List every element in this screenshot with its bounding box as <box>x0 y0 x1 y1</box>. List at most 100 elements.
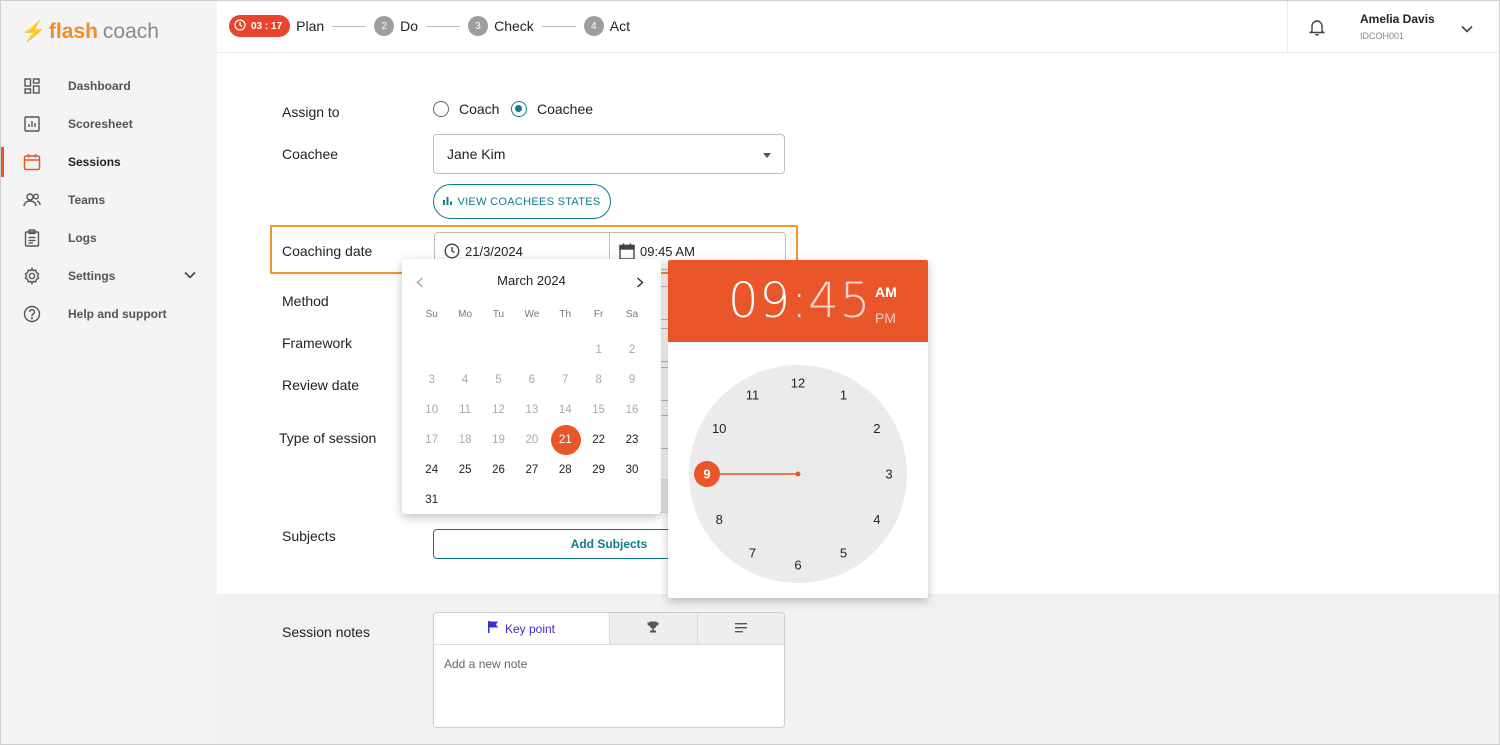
calendar-day[interactable]: 28 <box>549 455 582 485</box>
sidebar-item-help[interactable]: Help and support <box>1 295 217 333</box>
clock-number-7[interactable]: 7 <box>749 545 756 560</box>
step-act-label[interactable]: Act <box>610 18 630 34</box>
radio-circle[interactable] <box>511 101 527 117</box>
calendar-day[interactable]: 31 <box>415 485 448 515</box>
user-menu[interactable]: Amelia Davis IDCOH001 <box>1360 12 1435 41</box>
calendar-day[interactable]: 23 <box>615 425 648 455</box>
sidebar-item-label: Settings <box>68 269 116 283</box>
clock-dial[interactable]: 121234567891011 <box>689 365 907 583</box>
tab-text-notes[interactable] <box>696 613 784 644</box>
weekday-label: Th <box>559 309 572 320</box>
clock-number-4[interactable]: 4 <box>873 512 880 527</box>
calendar-grid: Su Mo Tu We Th Fr Sa 1 2 3 4 5 6 7 8 9 10 11 12 13 14 15 16 17 1… <box>415 307 649 515</box>
time-picker-header: 09:45 AM PM <box>668 260 928 342</box>
sidebar-item-teams[interactable]: Teams <box>1 181 217 219</box>
calendar-day: 20 <box>525 434 539 446</box>
clock-number-9[interactable]: 9 <box>703 467 710 482</box>
dropdown-caret-icon <box>763 153 771 158</box>
app-window: ⚡ flash coach Dashboard Scoresheet Sessi… <box>0 0 1500 745</box>
clock-number-1[interactable]: 1 <box>840 388 847 403</box>
calendar-day: 8 <box>595 374 602 386</box>
calendar-day[interactable]: 29 <box>582 455 615 485</box>
clock-number-3[interactable]: 3 <box>885 467 892 482</box>
method-label: Method <box>282 293 329 309</box>
sidebar-item-sessions[interactable]: Sessions <box>1 143 217 181</box>
chart-icon <box>23 115 41 133</box>
notes-textarea[interactable] <box>434 645 784 727</box>
step-check-label[interactable]: Check <box>494 18 534 34</box>
calendar-day[interactable]: 25 <box>448 455 481 485</box>
sidebar-item-label: Dashboard <box>68 79 131 93</box>
am-option[interactable]: AM <box>875 279 897 305</box>
app-logo[interactable]: ⚡ flash coach <box>21 19 159 44</box>
calendar-day[interactable]: 27 <box>515 455 548 485</box>
tab-key-point[interactable]: Key point <box>434 613 609 644</box>
clock-number-10[interactable]: 10 <box>712 421 726 436</box>
clock-number-12[interactable]: 12 <box>791 376 805 391</box>
sidebar-item-dashboard[interactable]: Dashboard <box>1 67 217 105</box>
chevron-right-icon[interactable] <box>636 275 644 293</box>
dashboard-icon <box>23 77 41 95</box>
calendar-day[interactable]: 26 <box>482 455 515 485</box>
chevron-down-icon[interactable] <box>184 268 196 282</box>
hour-display[interactable]: 09 <box>728 273 791 329</box>
calendar-week-row: 3 4 5 6 7 8 9 <box>415 365 649 395</box>
weekday-label: Tu <box>492 309 505 320</box>
clock-number-5[interactable]: 5 <box>840 545 847 560</box>
calendar-day: 7 <box>562 374 569 386</box>
calendar-day-empty <box>515 485 548 515</box>
chevron-down-icon[interactable] <box>1461 20 1473 38</box>
coachee-select[interactable]: Jane Kim <box>433 134 785 174</box>
calendar-day[interactable]: 22 <box>582 425 615 455</box>
sidebar-item-logs[interactable]: Logs <box>1 219 217 257</box>
pdca-stepper: 03 : 17 Plan 2 Do 3 Check 4 Act <box>229 15 630 37</box>
calendar-day-empty <box>515 335 548 365</box>
step-do-label[interactable]: Do <box>400 18 418 34</box>
time-separator: : <box>791 273 809 329</box>
radio-coach[interactable]: Coach <box>433 101 499 117</box>
view-coachees-states-button[interactable]: VIEW COACHEES STATES <box>433 184 611 219</box>
calendar-day-empty <box>482 335 515 365</box>
step-connector <box>426 25 461 27</box>
calendar-day: 16 <box>625 404 639 416</box>
clock-center-dot <box>795 471 801 477</box>
tab-label: Key point <box>504 621 556 636</box>
sidebar: ⚡ flash coach Dashboard Scoresheet Sessi… <box>1 1 217 744</box>
calendar-day[interactable]: 30 <box>615 455 648 485</box>
radio-coachee[interactable]: Coachee <box>511 101 593 117</box>
radio-label: Coachee <box>537 101 594 117</box>
calendar-week-row: 24 25 26 27 28 29 30 <box>415 455 649 485</box>
clock-number-2[interactable]: 2 <box>873 421 880 436</box>
calendar-week-row: 17 18 19 20 21 22 23 <box>415 425 649 455</box>
logo-brand: flash <box>48 19 98 43</box>
calendar-week-row: 12 <box>415 335 649 365</box>
bar-chart-icon <box>443 196 453 208</box>
bell-icon[interactable] <box>1308 18 1326 41</box>
top-bar: 03 : 17 Plan 2 Do 3 Check 4 Act Amelia D… <box>217 1 1499 53</box>
calendar-day: 9 <box>628 374 636 386</box>
minute-display[interactable]: 45 <box>808 273 871 329</box>
pm-option[interactable]: PM <box>875 305 897 331</box>
clock-number-6[interactable]: 6 <box>794 558 801 573</box>
clock-number-11[interactable]: 11 <box>746 388 760 403</box>
calendar-day: 14 <box>558 404 572 416</box>
sidebar-item-scoresheet[interactable]: Scoresheet <box>1 105 217 143</box>
radio-label: Coach <box>459 101 500 117</box>
trophy-icon <box>647 620 659 638</box>
calendar-day-selected[interactable]: 21 <box>549 425 582 455</box>
tab-achievements[interactable] <box>609 613 697 644</box>
calendar-icon <box>23 153 41 171</box>
session-timer: 03 : 17 <box>229 15 291 37</box>
calendar-day-empty <box>448 485 481 515</box>
calendar-day[interactable]: 24 <box>415 455 448 485</box>
sidebar-item-settings[interactable]: Settings <box>1 257 217 295</box>
calendar-day-empty <box>582 485 615 515</box>
calendar-week-row: 31 <box>415 485 649 515</box>
review-date-label: Review date <box>282 377 360 393</box>
step-act-number: 4 <box>583 16 604 36</box>
type-of-session-label: Type of session <box>279 430 377 446</box>
radio-circle[interactable] <box>433 101 449 117</box>
clock-number-8[interactable]: 8 <box>716 512 723 527</box>
step-plan-label[interactable]: Plan <box>296 18 324 34</box>
calendar-month-title: March 2024 <box>497 273 566 288</box>
